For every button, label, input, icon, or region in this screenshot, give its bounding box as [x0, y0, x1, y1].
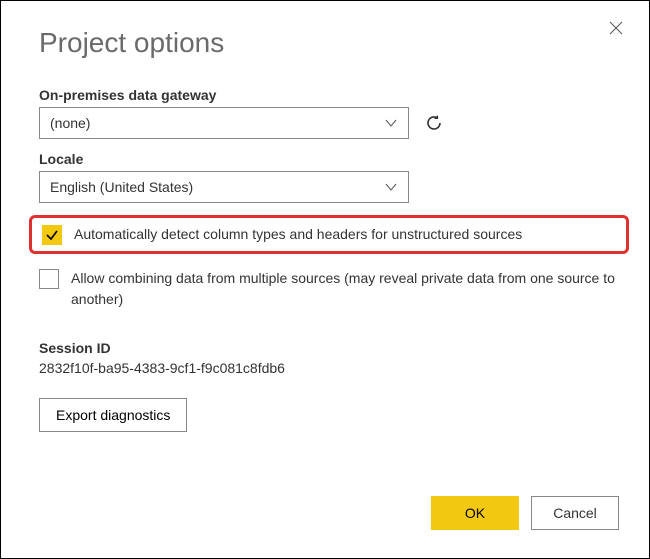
combine-label: Allow combining data from multiple sourc…	[71, 268, 619, 310]
highlight-annotation: Automatically detect column types and he…	[29, 215, 629, 254]
gateway-value: (none)	[50, 115, 90, 131]
dialog-title: Project options	[39, 27, 619, 59]
gateway-label: On-premises data gateway	[39, 87, 619, 103]
refresh-icon	[424, 113, 444, 133]
dialog-footer: OK Cancel	[431, 496, 619, 530]
close-icon	[608, 20, 624, 36]
gateway-select[interactable]: (none)	[39, 107, 409, 139]
ok-button[interactable]: OK	[431, 496, 519, 530]
close-button[interactable]	[605, 17, 627, 39]
locale-value: English (United States)	[50, 179, 193, 195]
session-id-value: 2832f10f-ba95-4383-9cf1-f9c081c8fdb6	[39, 360, 619, 376]
autodetect-checkbox[interactable]	[42, 225, 62, 245]
cancel-button[interactable]: Cancel	[531, 496, 619, 530]
locale-label: Locale	[39, 151, 619, 167]
project-options-dialog: Project options On-premises data gateway…	[1, 1, 649, 558]
locale-select[interactable]: English (United States)	[39, 171, 409, 203]
chevron-down-icon	[384, 180, 398, 194]
export-diagnostics-button[interactable]: Export diagnostics	[39, 398, 187, 432]
session-id-label: Session ID	[39, 340, 619, 356]
combine-checkbox[interactable]	[39, 269, 59, 289]
autodetect-label: Automatically detect column types and he…	[74, 224, 522, 245]
refresh-button[interactable]	[423, 112, 445, 134]
chevron-down-icon	[384, 116, 398, 130]
